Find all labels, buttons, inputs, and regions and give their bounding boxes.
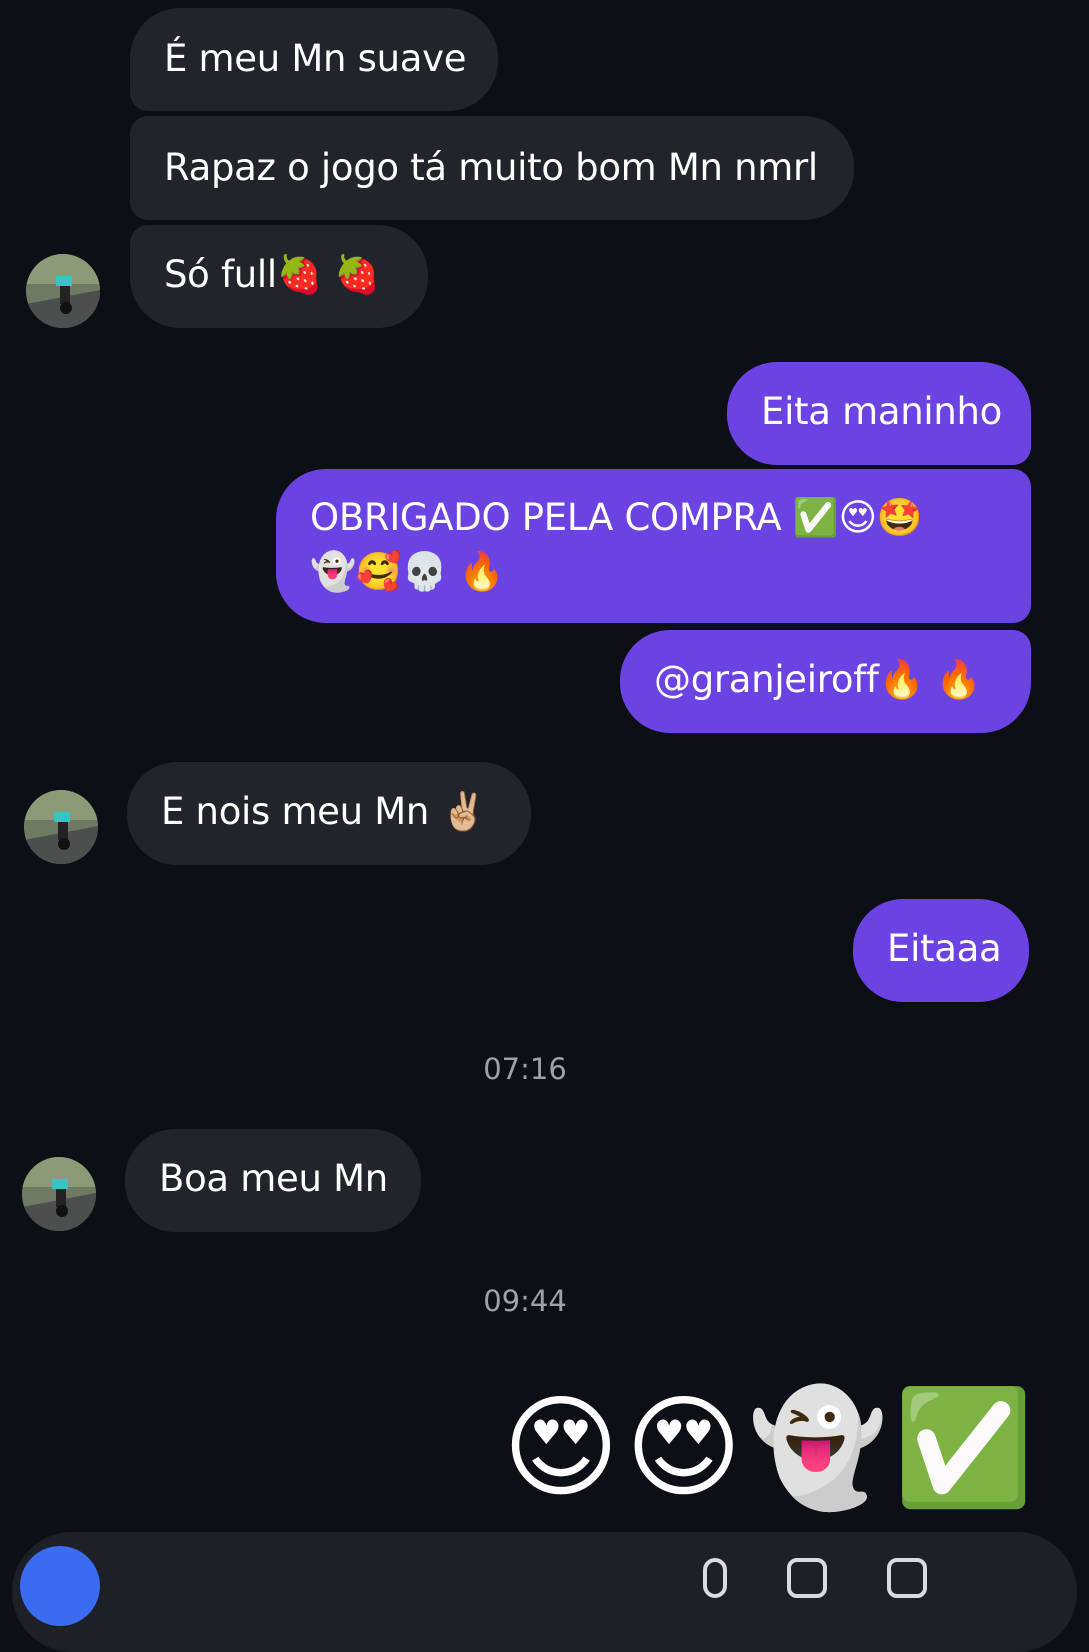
avatar[interactable] [24,790,98,864]
message-text: É meu Mn suave [164,37,467,80]
message-text: Só full🍓 🍓 [164,253,380,296]
camera-icon[interactable] [20,1546,100,1626]
mic-icon[interactable] [703,1558,727,1598]
message-outgoing[interactable]: OBRIGADO PELA COMPRA ✅😍🤩 👻🥰💀 🔥 [276,469,1031,623]
message-text: Boa meu Mn [159,1157,388,1200]
message-text: Eitaaa [887,927,1002,970]
message-incoming[interactable]: É meu Mn suave [130,8,498,111]
sticker-icon[interactable] [887,1558,927,1598]
message-incoming[interactable]: E nois meu Mn ✌🏼 [127,762,531,865]
message-composer[interactable] [12,1532,1077,1652]
message-incoming[interactable]: Rapaz o jogo tá muito bom Mn nmrl [130,116,854,220]
avatar[interactable] [26,254,100,328]
timestamp: 07:16 [483,1052,567,1086]
avatar[interactable] [22,1157,96,1231]
message-text: E nois meu Mn ✌🏼 [161,790,487,833]
message-text-line: OBRIGADO PELA COMPRA ✅😍🤩 [310,496,923,539]
message-outgoing[interactable]: Eitaaa [853,899,1029,1002]
message-outgoing[interactable]: @granjeiroff🔥 🔥 [620,630,1031,733]
message-text: Rapaz o jogo tá muito bom Mn nmrl [164,146,818,189]
emoji-message[interactable]: 😍😍👻✅ [503,1380,1039,1516]
message-incoming[interactable]: Boa meu Mn [125,1129,421,1232]
message-text: Eita maninho [761,390,1002,433]
message-outgoing[interactable]: Eita maninho [727,362,1031,465]
image-icon[interactable] [787,1558,827,1598]
message-text-line: 👻🥰💀 🔥 [310,550,505,593]
message-text: @granjeiroff🔥 🔥 [654,658,982,701]
message-incoming[interactable]: Só full🍓 🍓 [130,225,428,328]
timestamp: 09:44 [483,1284,567,1318]
